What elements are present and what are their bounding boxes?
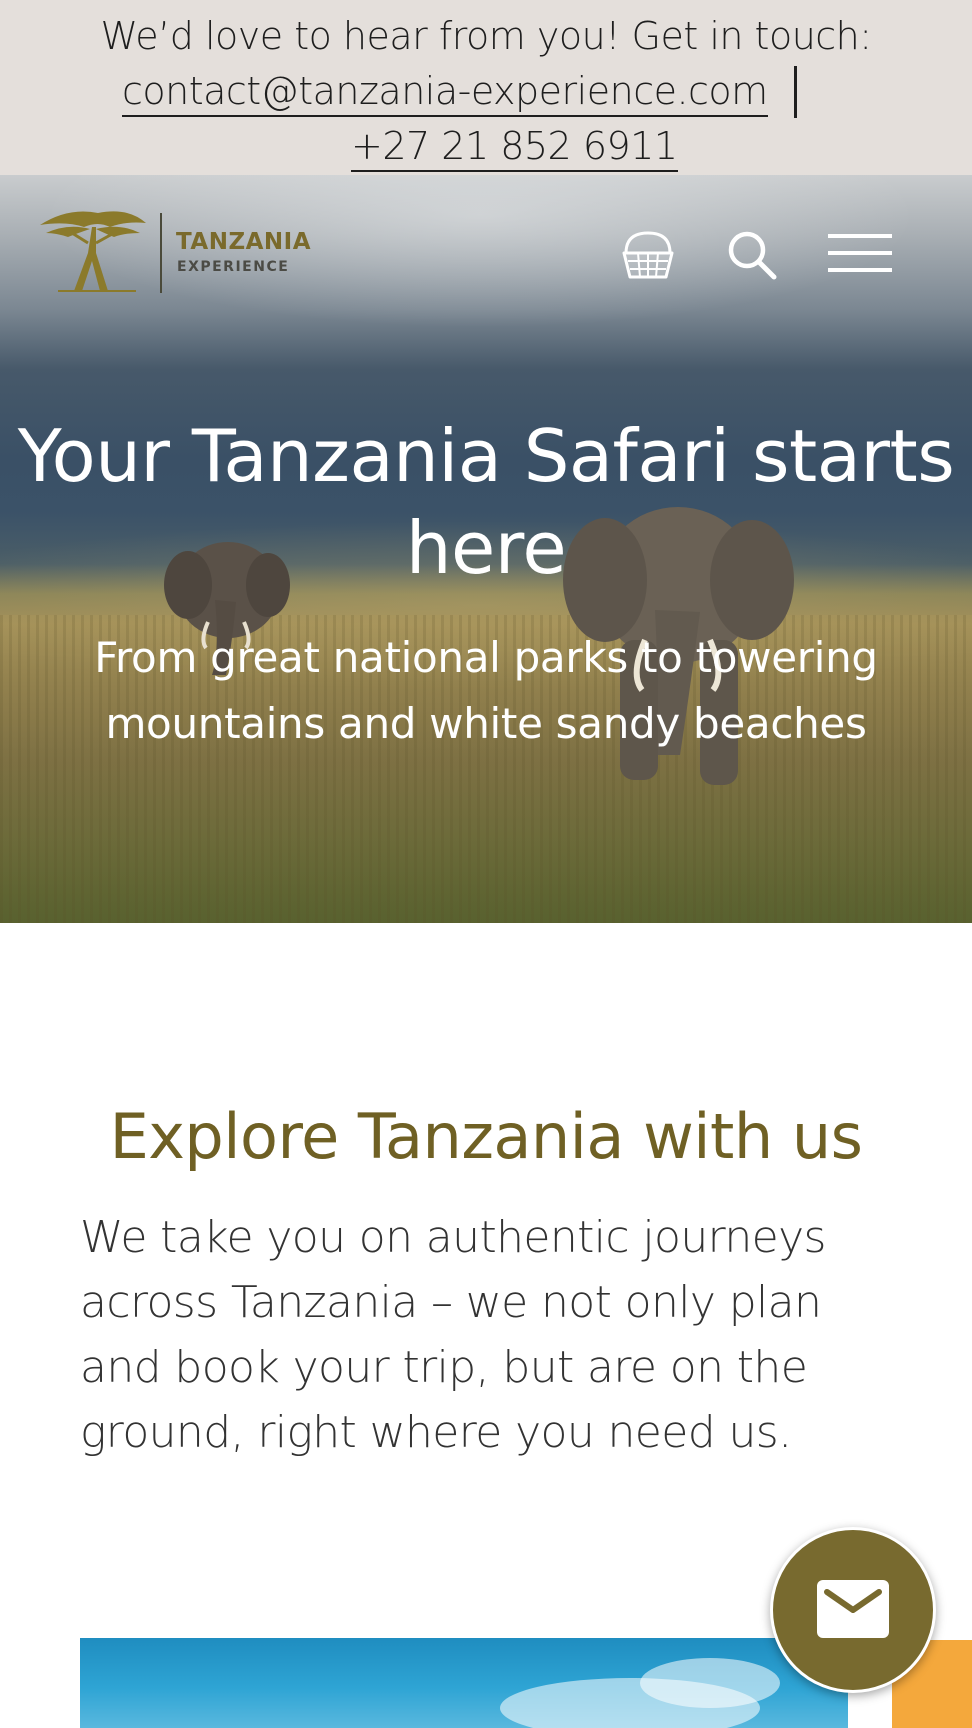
mail-icon (817, 1580, 889, 1638)
contact-chat-button[interactable] (770, 1527, 936, 1693)
contact-separator (794, 66, 797, 118)
contact-email-link[interactable]: contact@tanzania-experience.com (122, 67, 768, 117)
hero-title: Your Tanzania Safari starts here (17, 414, 955, 590)
contact-bar: We’d love to hear from you! Get in touch… (0, 0, 972, 175)
site-logo[interactable]: TANZANIA EXPERIENCE (38, 203, 328, 293)
hero-banner: TANZANIA EXPERIENCE Your Tanzania Safari… (0, 175, 972, 923)
destination-card-image[interactable] (80, 1638, 848, 1728)
hamburger-menu-icon[interactable] (828, 232, 892, 274)
logo-divider (160, 213, 162, 293)
cloud-shape (640, 1658, 780, 1708)
contact-intro-text: We’d love to hear from you! Get in touch… (100, 14, 872, 58)
hero-subtitle: From great national parks to towering mo… (94, 633, 878, 748)
section-body-text: We take you on authentic journeys across… (80, 1212, 826, 1458)
logo-subtitle: EXPERIENCE (177, 259, 290, 275)
logo-title: TANZANIA (176, 229, 312, 255)
site-header: TANZANIA EXPERIENCE (0, 175, 972, 305)
section-title: Explore Tanzania with us (109, 1100, 863, 1173)
search-icon[interactable] (726, 229, 778, 281)
basket-icon[interactable] (620, 227, 676, 283)
acacia-tree-icon (40, 211, 146, 292)
contact-phone-link[interactable]: +27 21 852 6911 (351, 122, 678, 172)
